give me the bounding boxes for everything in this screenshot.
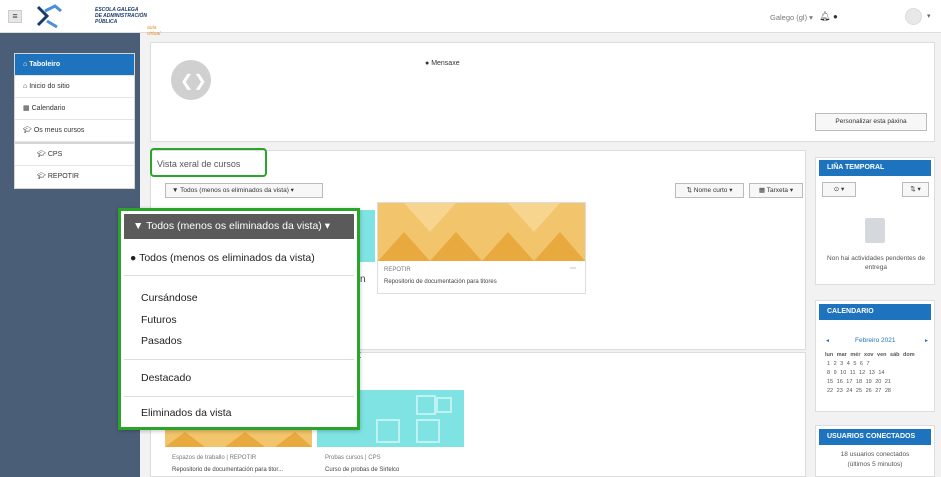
- dropdown-item-label: Todos (menos os eliminados da vista): [139, 252, 315, 264]
- dropdown-item-all[interactable]: ● Todos (menos os eliminados da vista): [130, 252, 315, 264]
- nav-course-cps[interactable]: 🎓︎ CPS: [15, 144, 134, 166]
- dropdown-toggle-label: Todos (menos os eliminados da vista) ▾: [146, 220, 330, 232]
- empty-activities-icon: [865, 218, 885, 243]
- course-image: [165, 430, 312, 447]
- dropdown-item-in-progress[interactable]: Cursándose: [141, 292, 198, 304]
- profile-avatar: ❮❯: [171, 60, 211, 100]
- timeline-title: LIÑA TEMPORAL: [819, 160, 931, 176]
- course-name[interactable]: Repositorio de documentación para titore…: [384, 279, 497, 285]
- filter-button-label: Todos (menos os eliminados da vista) ▾: [180, 187, 294, 194]
- dropdown-divider: [124, 275, 354, 276]
- site-logo[interactable]: ESCOLA GALEGA DE ADMINISTRACIÓN PÚBLICA …: [35, 3, 160, 37]
- nav-label: CPS: [47, 151, 63, 158]
- online-users-title: USUARIOS CONECTADOS: [819, 429, 931, 445]
- online-users-period: (últimos 5 minutos): [847, 461, 903, 468]
- calendar-week[interactable]: 8 9 10 11 12 13 14: [827, 370, 884, 376]
- nav-course-repotir[interactable]: 🎓︎ REPOTIR: [15, 166, 134, 188]
- message-label: Mensaxe: [431, 60, 460, 67]
- nav-item-my-courses[interactable]: 🎓︎ Os meus cursos: [15, 120, 134, 142]
- online-users-count: 18 usuarios conectados: [840, 451, 910, 458]
- my-courses-list: 🎓︎ CPS 🎓︎ REPOTIR: [14, 143, 135, 189]
- top-navbar: ≡ ESCOLA GALEGA DE ADMINISTRACIÓN PÚBLIC…: [0, 0, 941, 37]
- dropdown-item-past[interactable]: Pasados: [141, 335, 182, 347]
- logo-mark-icon: [36, 4, 62, 29]
- course-filter-button[interactable]: ▼ Todos (menos os eliminados da vista) ▾: [165, 183, 323, 198]
- user-avatar[interactable]: [905, 8, 922, 25]
- calendar-title: CALENDARIO: [819, 304, 931, 320]
- cropped-text: n: [360, 274, 366, 285]
- hamburger-menu-button[interactable]: ≡: [8, 10, 22, 23]
- view-mode-button[interactable]: ▦ Tarxeta ▾: [749, 183, 803, 198]
- nav-item-calendar[interactable]: ▦ Calendario: [15, 98, 134, 120]
- sort-button-label: Nome curto ▾: [693, 187, 733, 194]
- main-navigation: ⌂ Taboleiro ⌂ Inicio do sitio ▦ Calendar…: [14, 53, 135, 143]
- calendar-week[interactable]: 1 2 3 4 5 6 7: [827, 361, 870, 367]
- bell-icon[interactable]: 🔔︎: [819, 11, 830, 22]
- dropdown-item-future[interactable]: Futuros: [141, 314, 177, 326]
- sort-button[interactable]: ⇅ Nome curto ▾: [675, 183, 744, 198]
- course-overview-title-highlight: Vista xeral de cursos: [150, 148, 267, 177]
- language-selector[interactable]: Galego (gl) ▾: [770, 13, 813, 22]
- nav-item-dashboard[interactable]: ⌂ Taboleiro: [15, 54, 134, 76]
- dropdown-item-hidden[interactable]: Eliminados da vista: [141, 407, 231, 419]
- dropdown-divider: [124, 359, 354, 360]
- course-pattern-icon: [378, 203, 585, 261]
- course-category: Probas cursos | CPS: [325, 455, 381, 461]
- nav-label: Taboleiro: [29, 61, 61, 68]
- avatar-mark-icon: ❮❯: [180, 73, 207, 90]
- nav-label: REPOTIR: [47, 173, 79, 180]
- calendar-next-button[interactable]: ►: [924, 338, 929, 344]
- course-image: [378, 203, 585, 261]
- message-button[interactable]: ● Mensaxe: [425, 60, 460, 67]
- logo-text: ESCOLA GALEGA DE ADMINISTRACIÓN PÚBLICA: [95, 7, 147, 25]
- timeline-empty-text: Non hai actividades pendentes de entrega: [827, 255, 925, 271]
- dropdown-toggle[interactable]: ▼ Todos (menos os eliminados da vista) ▾: [124, 214, 354, 239]
- course-name[interactable]: Curso de probas de Sirtelco: [325, 467, 399, 473]
- nav-label: Os meus cursos: [33, 127, 85, 134]
- logo-line-3: PÚBLICA: [95, 19, 118, 25]
- calendar-week[interactable]: 22 23 24 25 26 27 28: [827, 388, 891, 394]
- course-name[interactable]: Repositorio de documentación para titor.…: [172, 467, 283, 473]
- dropdown-item-starred[interactable]: Destacado: [141, 372, 191, 384]
- course-pattern-icon: [165, 432, 312, 447]
- customize-page-button[interactable]: Personalizar esta páxina: [815, 113, 927, 131]
- view-button-label: Tarxeta ▾: [766, 187, 794, 194]
- dropdown-divider: [124, 396, 354, 397]
- course-actions-menu[interactable]: ⋯: [570, 265, 576, 272]
- course-category: REPOTIR: [384, 267, 411, 273]
- course-overview-title: Vista xeral de cursos: [157, 159, 241, 169]
- calendar-week[interactable]: 15 16 17 18 19 20 21: [827, 379, 891, 385]
- nav-label: Inicio do sitio: [29, 83, 70, 90]
- user-menu-caret[interactable]: ▾: [927, 12, 931, 20]
- timeline-sort-button[interactable]: ⇅ ▾: [902, 182, 929, 197]
- nav-item-home[interactable]: ⌂ Inicio do sitio: [15, 76, 134, 98]
- chat-icon[interactable]: ●: [833, 12, 838, 21]
- timeline-filter-button[interactable]: ⊙ ▾: [822, 182, 856, 197]
- calendar-weekdays: lun mar mér xov ven sáb dom: [825, 352, 915, 358]
- calendar-prev-button[interactable]: ◄: [825, 338, 830, 344]
- nav-label: Calendario: [31, 105, 66, 112]
- calendar-month: Febreiro 2021: [855, 337, 896, 344]
- course-filter-dropdown: ▼ Todos (menos os eliminados da vista) ▾…: [118, 208, 360, 430]
- logo-subtitle: aula virtual: [147, 25, 161, 37]
- course-category: Espazos de traballo | REPOTIR: [172, 455, 257, 461]
